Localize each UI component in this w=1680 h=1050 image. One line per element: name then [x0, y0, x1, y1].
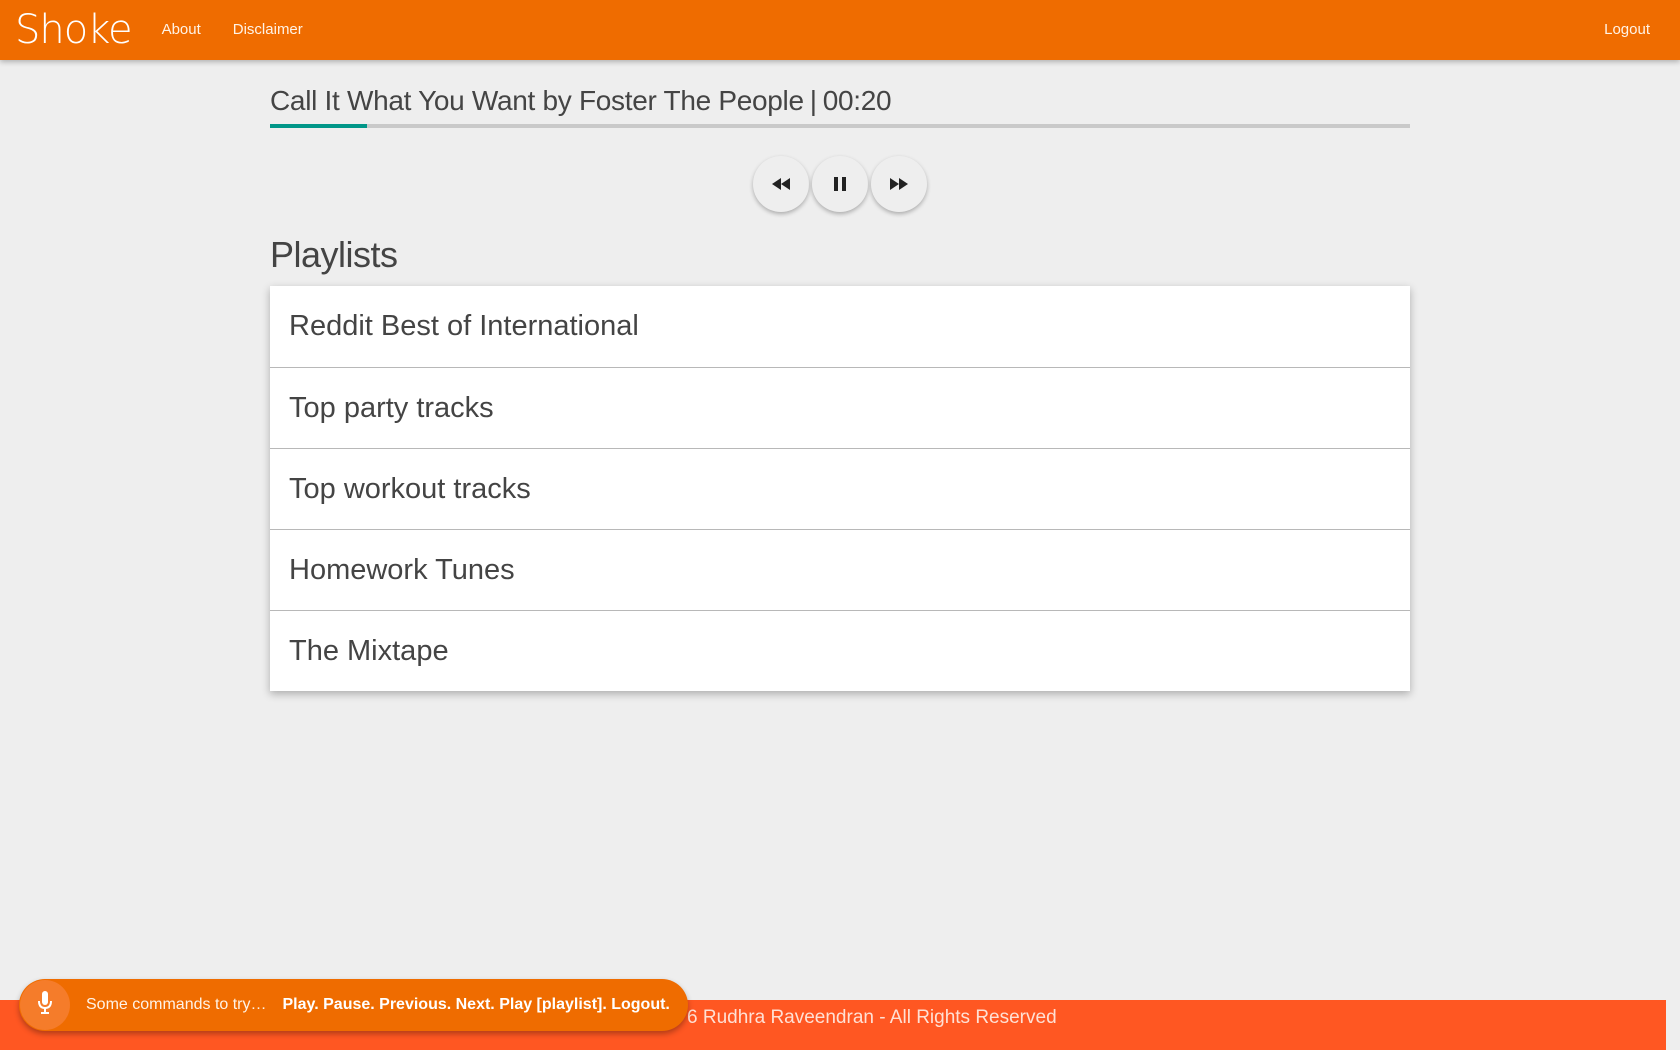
- playlist-item-top-workout-tracks[interactable]: Top workout tracks: [270, 448, 1410, 529]
- microphone-button[interactable]: [20, 980, 70, 1030]
- main-container: Call It What You Want by Foster The Peop…: [270, 60, 1410, 691]
- playlist-item-the-mixtape[interactable]: The Mixtape: [270, 610, 1410, 691]
- top-navbar: Shoke About Disclaimer Logout: [0, 0, 1680, 60]
- pause-icon: [834, 177, 846, 191]
- nav-link-disclaimer[interactable]: Disclaimer: [233, 0, 303, 60]
- brand-logo[interactable]: Shoke: [15, 0, 133, 60]
- now-playing-title: Call It What You Want by Foster The Peop…: [270, 84, 1410, 118]
- playlists-heading: Playlists: [270, 234, 398, 275]
- title-separator: |: [809, 85, 817, 116]
- artist-name: Foster The People: [578, 85, 804, 116]
- microphone-icon: [37, 990, 53, 1020]
- fast-forward-icon: [890, 178, 908, 190]
- logout-link[interactable]: Logout: [1604, 0, 1650, 60]
- copyright-text: 6 Rudhra Raveendran - All Rights Reserve…: [687, 1007, 1057, 1028]
- voice-commands-toast: Some commands to try… Play. Pause. Previ…: [19, 979, 688, 1031]
- nav-link-about[interactable]: About: [162, 0, 201, 60]
- next-button[interactable]: [871, 156, 927, 212]
- previous-button[interactable]: [753, 156, 809, 212]
- playback-controls: [270, 156, 1410, 212]
- rewind-icon: [772, 178, 790, 190]
- playlist-item-homework-tunes[interactable]: Homework Tunes: [270, 529, 1410, 610]
- voice-toast-prefix: Some commands to try…: [86, 996, 267, 1013]
- playlist-list: Reddit Best of International Top party t…: [270, 286, 1410, 691]
- track-progress-bar[interactable]: [270, 124, 1410, 128]
- track-progress-fill: [270, 124, 367, 128]
- playlist-item-top-party-tracks[interactable]: Top party tracks: [270, 367, 1410, 448]
- pause-button[interactable]: [812, 156, 868, 212]
- track-name: Call It What You Want: [270, 85, 536, 116]
- voice-toast-commands: Play. Pause. Previous. Next. Play [playl…: [282, 996, 670, 1013]
- by-label: by: [542, 85, 572, 116]
- playlist-item-reddit-best-of-international[interactable]: Reddit Best of International: [270, 286, 1410, 367]
- elapsed-time: 00:20: [822, 85, 892, 116]
